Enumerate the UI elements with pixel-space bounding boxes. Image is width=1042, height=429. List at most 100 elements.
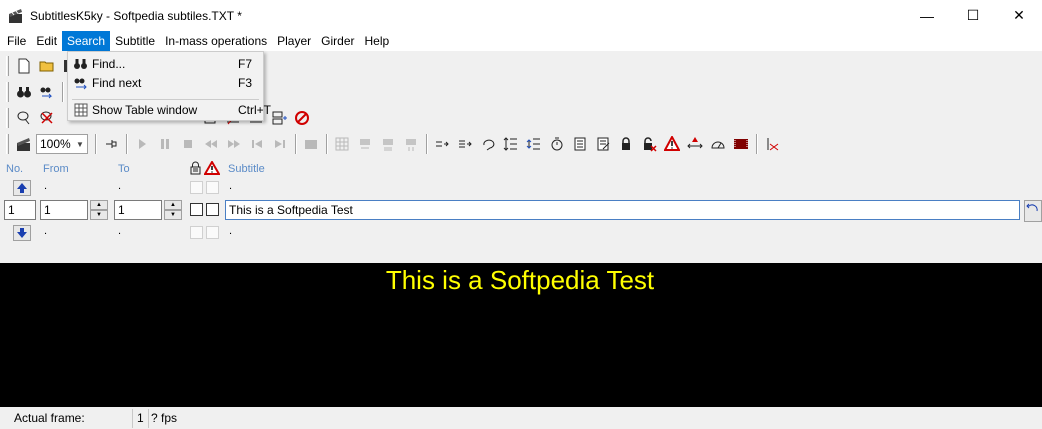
menu-in-mass-operations[interactable]: In-mass operations bbox=[160, 31, 272, 51]
menu-file[interactable]: File bbox=[2, 31, 31, 51]
clapperboard-icon[interactable] bbox=[13, 133, 35, 155]
undo-icon bbox=[1026, 203, 1038, 212]
window-title: SubtitlesK5ky - Softpedia subtiles.TXT * bbox=[30, 8, 242, 23]
to-stepper[interactable]: ▲ ▼ bbox=[164, 200, 182, 220]
status-frame-value: 1 bbox=[133, 409, 149, 428]
previous-subtitle-button[interactable] bbox=[13, 180, 31, 196]
status-frame-label: Actual frame: bbox=[0, 409, 133, 428]
prev-warning-checkbox bbox=[206, 181, 219, 194]
prev-to: . bbox=[118, 180, 122, 192]
gauge-icon[interactable] bbox=[707, 133, 729, 155]
line-reduce-icon[interactable] bbox=[523, 133, 545, 155]
loop-icon[interactable] bbox=[477, 133, 499, 155]
cut-line-icon[interactable] bbox=[761, 133, 783, 155]
spin-up-icon[interactable]: ▲ bbox=[90, 200, 108, 210]
menu-subtitle[interactable]: Subtitle bbox=[110, 31, 160, 51]
stopwatch-icon[interactable] bbox=[546, 133, 568, 155]
sync-all-icon[interactable] bbox=[377, 133, 399, 155]
document-edit-icon[interactable] bbox=[592, 133, 614, 155]
subtitle-number-field[interactable]: 1 bbox=[4, 200, 36, 220]
header-to: To bbox=[118, 163, 130, 175]
open-folder-icon[interactable] bbox=[36, 55, 58, 77]
lock-checkbox[interactable] bbox=[190, 203, 203, 216]
toolbar-separator bbox=[95, 134, 97, 154]
toolbar-separator bbox=[426, 134, 428, 154]
line-spacing-icon[interactable] bbox=[500, 133, 522, 155]
delete-bubble-icon[interactable] bbox=[36, 107, 58, 129]
no-entry-icon[interactable] bbox=[291, 107, 313, 129]
toolbar-separator bbox=[326, 134, 328, 154]
grid-icon[interactable] bbox=[331, 133, 353, 155]
new-file-icon[interactable] bbox=[13, 55, 35, 77]
previous-frame-icon[interactable] bbox=[246, 133, 268, 155]
menu-find-next-label: Find next bbox=[92, 75, 142, 90]
insert-line-icon[interactable] bbox=[268, 107, 290, 129]
toolbar-grip[interactable] bbox=[6, 56, 9, 76]
lock-icon[interactable] bbox=[615, 133, 637, 155]
stop-icon[interactable] bbox=[177, 133, 199, 155]
menu-girder[interactable]: Girder bbox=[316, 31, 359, 51]
undo-button[interactable] bbox=[1024, 200, 1042, 222]
close-icon: ✕ bbox=[1013, 7, 1025, 23]
toolbar-separator bbox=[126, 134, 128, 154]
pin-icon[interactable] bbox=[100, 133, 122, 155]
pause-icon[interactable] bbox=[154, 133, 176, 155]
warning-range-icon[interactable] bbox=[684, 133, 706, 155]
unlock-delete-icon[interactable] bbox=[638, 133, 660, 155]
prev-subtitle: . bbox=[229, 180, 233, 192]
rewind-icon[interactable] bbox=[200, 133, 222, 155]
shift-all-icon[interactable] bbox=[454, 133, 476, 155]
warning-checkbox[interactable] bbox=[206, 203, 219, 216]
speech-bubble-icon[interactable] bbox=[13, 107, 35, 129]
zoom-value: 100% bbox=[40, 137, 71, 151]
zoom-select[interactable]: 100% ▼ bbox=[36, 134, 88, 154]
maximize-button[interactable]: ☐ bbox=[950, 0, 996, 31]
menu-find-next[interactable]: Find next F3 bbox=[68, 73, 263, 92]
menu-player[interactable]: Player bbox=[272, 31, 316, 51]
from-field[interactable]: 1 bbox=[40, 200, 88, 220]
document-list-icon[interactable] bbox=[569, 133, 591, 155]
next-frame-icon[interactable] bbox=[269, 133, 291, 155]
spin-down-icon[interactable]: ▼ bbox=[90, 210, 108, 220]
menu-show-table-window[interactable]: Show Table window Ctrl+T bbox=[68, 100, 271, 119]
arrow-up-icon bbox=[17, 183, 27, 193]
from-stepper[interactable]: ▲ ▼ bbox=[90, 200, 108, 220]
header-from: From bbox=[43, 163, 69, 175]
spin-up-icon[interactable]: ▲ bbox=[164, 200, 182, 210]
to-field[interactable]: 1 bbox=[114, 200, 162, 220]
menu-edit[interactable]: Edit bbox=[31, 31, 62, 51]
minimize-button[interactable]: — bbox=[904, 0, 950, 31]
shift-times-icon[interactable] bbox=[431, 133, 453, 155]
minimize-icon: — bbox=[920, 7, 934, 24]
toolbar-grip[interactable] bbox=[6, 134, 9, 154]
video-preview[interactable]: This is a Softpedia Test bbox=[0, 263, 1042, 407]
toolbar-grip[interactable] bbox=[6, 108, 9, 128]
fast-forward-icon[interactable] bbox=[223, 133, 245, 155]
close-button[interactable]: ✕ bbox=[996, 0, 1042, 31]
sync-range-icon[interactable] bbox=[400, 133, 422, 155]
toolbar-separator bbox=[295, 134, 297, 154]
prev-lock-checkbox bbox=[190, 181, 203, 194]
spin-down-icon[interactable]: ▼ bbox=[164, 210, 182, 220]
warning-icon[interactable] bbox=[661, 133, 683, 155]
menu-find[interactable]: Find... F7 bbox=[68, 54, 263, 73]
sync-icon[interactable] bbox=[354, 133, 376, 155]
header-subtitle: Subtitle bbox=[228, 163, 265, 175]
find-next-icon[interactable] bbox=[36, 81, 58, 103]
status-bar: Actual frame: 1 ? fps bbox=[0, 408, 1042, 429]
menu-search[interactable]: Search bbox=[62, 31, 111, 51]
play-icon[interactable] bbox=[131, 133, 153, 155]
menu-show-table-window-label: Show Table window bbox=[92, 102, 198, 117]
preview-caption: This is a Softpedia Test bbox=[385, 265, 655, 295]
menu-help[interactable]: Help bbox=[360, 31, 395, 51]
next-subtitle-button[interactable] bbox=[13, 225, 31, 241]
toolbar-separator bbox=[62, 82, 64, 102]
prev-from: . bbox=[44, 180, 48, 192]
binoculars-icon[interactable] bbox=[13, 81, 35, 103]
subtitle-text-field[interactable]: This is a Softpedia Test bbox=[225, 200, 1020, 220]
title-bar: SubtitlesK5ky - Softpedia subtiles.TXT *… bbox=[0, 0, 1042, 31]
film-strip-icon[interactable] bbox=[730, 133, 752, 155]
toolbar-grip[interactable] bbox=[6, 82, 9, 102]
film-icon[interactable] bbox=[300, 133, 322, 155]
find-next-icon bbox=[71, 75, 91, 91]
